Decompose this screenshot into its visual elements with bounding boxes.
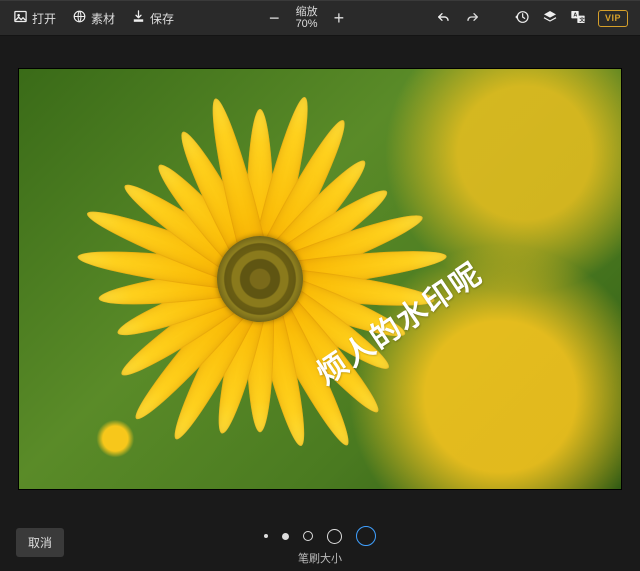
zoom-out-button[interactable]: − [263, 7, 286, 29]
open-button[interactable]: 打开 [6, 5, 63, 31]
brush-size-1[interactable] [264, 534, 268, 538]
zoom-label: 缩放 [296, 6, 318, 18]
brush-size-4[interactable] [327, 529, 342, 544]
zoom-value: 70% [296, 18, 318, 30]
globe-icon [72, 9, 87, 27]
top-toolbar: 打开 素材 保存 − 缩放 70% + [0, 0, 640, 36]
layers-button[interactable] [542, 9, 558, 28]
svg-text:A: A [573, 12, 577, 18]
translate-button[interactable]: A文 [570, 9, 586, 28]
right-tool-group: A文 VIP [436, 9, 634, 28]
assets-label: 素材 [91, 10, 115, 27]
save-label: 保存 [150, 10, 174, 27]
brush-size-label: 笔刷大小 [298, 550, 342, 566]
brush-size-2[interactable] [282, 533, 289, 540]
flower-graphic [60, 79, 460, 479]
zoom-in-button[interactable]: + [328, 7, 351, 29]
assets-button[interactable]: 素材 [65, 5, 122, 31]
redo-button[interactable] [464, 9, 480, 28]
zoom-readout: 缩放 70% [296, 6, 318, 30]
history-button[interactable] [514, 9, 530, 28]
bottom-bar: 取消 笔刷大小 [0, 522, 640, 571]
zoom-control: − 缩放 70% + [263, 6, 350, 30]
cancel-button[interactable]: 取消 [16, 528, 64, 557]
brush-size-group: 笔刷大小 [264, 526, 376, 566]
undo-button[interactable] [436, 9, 452, 28]
photo-canvas[interactable]: 烦人的水印呢 [19, 69, 621, 489]
canvas-area[interactable]: 烦人的水印呢 [0, 36, 640, 522]
brush-size-5-selected[interactable] [356, 526, 376, 546]
save-button[interactable]: 保存 [124, 5, 181, 31]
vip-badge[interactable]: VIP [598, 10, 628, 27]
image-icon [13, 9, 28, 27]
brush-size-3[interactable] [303, 531, 313, 541]
open-label: 打开 [32, 10, 56, 27]
brush-sizes [264, 526, 376, 546]
download-icon [131, 9, 146, 27]
